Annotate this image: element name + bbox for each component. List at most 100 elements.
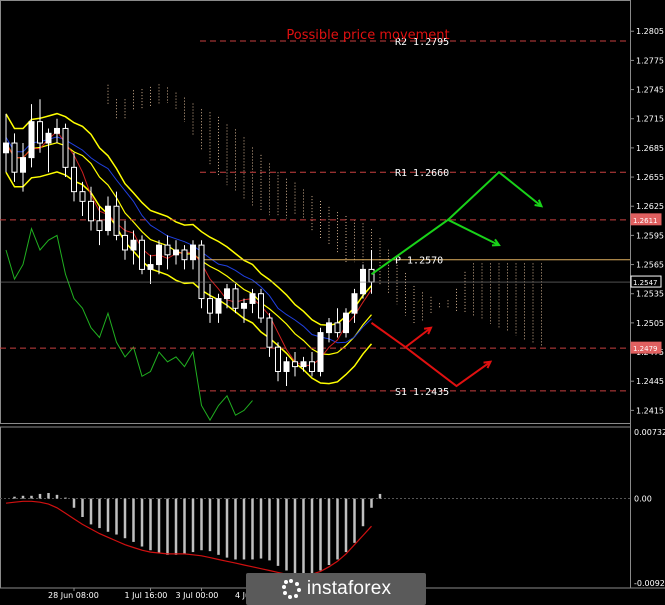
candle-body [28,121,35,159]
candle-body [249,293,256,304]
candle-body [190,244,196,261]
level-label: R1 1.2660 [395,168,449,179]
candle [266,313,273,357]
candle [122,220,128,260]
tenkan-line [5,130,372,366]
candle [334,308,341,338]
price-tag-label: 1.2479 [633,345,658,353]
candle-body [207,298,213,314]
candle [28,104,35,168]
candle [232,283,239,314]
main-panel-frame [0,0,631,424]
price-tick-label: 1.2775 [636,56,664,65]
candle [181,245,188,270]
price-tick-label: 1.2715 [636,115,664,124]
candle-body [300,361,307,368]
candle-body [113,205,120,236]
candle-body [105,205,111,232]
candle [54,118,60,144]
price-tick-label: 1.2505 [636,319,664,328]
candle-body [88,200,94,222]
price-tag-label: 1.2611 [633,217,658,225]
candle [283,356,290,387]
candle-body [309,361,315,372]
candle-body [215,298,222,314]
candle [164,235,171,270]
candle-body [232,288,239,309]
candle-body [96,220,103,232]
macd-tick-label: -0.00926 [634,579,665,588]
candle [147,254,154,284]
candle-body [275,346,281,372]
candle-body [11,142,18,173]
macd-tick-label: 0.00 [634,495,652,504]
candle [113,191,120,241]
candle-body [360,268,366,295]
candle [3,113,9,173]
candle [37,99,43,153]
candle [215,293,222,323]
candle [71,152,77,202]
candle [88,186,94,231]
candle-body [317,332,324,372]
candle-body [156,244,162,266]
candle [45,128,52,173]
candle [62,123,69,178]
price-tag-label: 1.2547 [633,279,658,287]
price-tick-label: 1.2655 [636,173,664,182]
candle [300,356,307,372]
price-tick-label: 1.2565 [636,261,664,270]
candle-body [71,166,77,193]
price-tick-label: 1.2625 [636,202,664,211]
candle-body [139,239,145,270]
price-levels: R2 1.2795R1 1.2660P 1.2570S1 1.2435 [0,37,630,398]
time-tick-label: 28 Jun 08:00 [48,591,99,600]
indicator-lines [5,112,373,422]
candle [190,240,196,270]
price-tick-label: 1.2745 [636,86,664,95]
candle-body [79,191,86,202]
candle [156,240,162,275]
candle-body [62,127,69,168]
projection-path [447,170,543,221]
candle [317,327,324,377]
price-tick-label: 1.2415 [636,406,664,415]
kijun-line [5,136,372,344]
candle-body [181,249,188,261]
candle-body [368,268,375,283]
projection-path [370,322,432,349]
candle-body [122,234,128,251]
candle-body [224,288,230,300]
candle [207,283,213,323]
candle-body [326,322,332,334]
candle-body [258,293,264,319]
candle-body [266,317,273,348]
price-tick-label: 1.2535 [636,290,664,299]
candle-body [20,157,26,173]
forex-chart: R2 1.2795R1 1.2660P 1.2570S1 1.2435 1.28… [0,0,665,600]
brand-badge: instaforex [246,573,426,605]
candle-body [198,244,205,300]
candle-body [147,264,154,270]
candle-body [164,244,171,256]
candle-body [343,312,349,334]
candle-body [292,361,298,368]
candle-body [54,127,60,134]
candle-body [37,121,43,144]
candle [11,133,18,182]
candle-body [283,361,290,372]
chart-title: Possible price movement [286,28,449,43]
instaforex-logo-icon [281,579,301,599]
candle [309,352,315,377]
time-tick-label: 3 Jul 00:00 [176,591,219,600]
candle-body [3,142,9,154]
candle-body [241,302,247,309]
time-tick-label: 1 Jul 16:00 [125,591,168,600]
candle-body [130,239,137,251]
candle [343,308,349,338]
candle-body [351,293,358,314]
candle [275,342,281,382]
candle [105,196,111,236]
price-tick-label: 1.2595 [636,231,664,240]
candle-body [334,322,341,334]
